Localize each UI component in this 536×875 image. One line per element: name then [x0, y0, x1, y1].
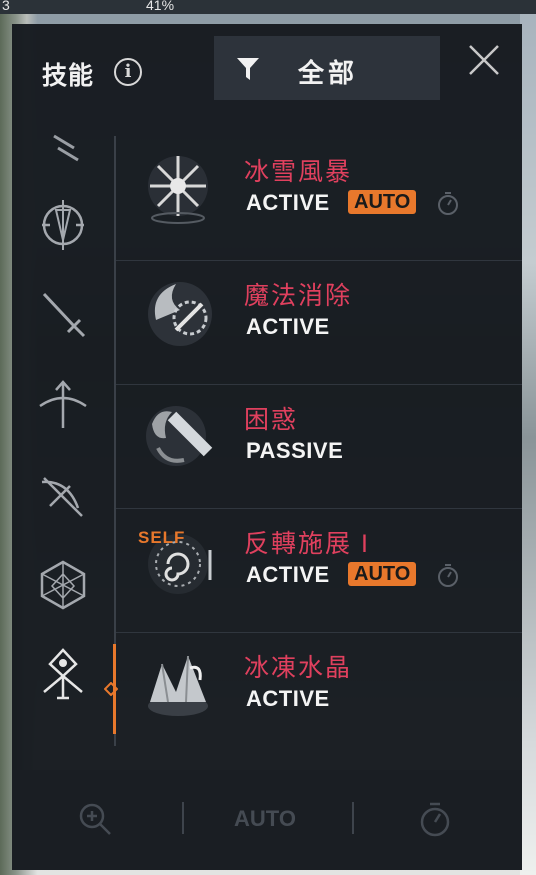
wizard-icon[interactable]	[34, 646, 92, 704]
footer-divider	[352, 802, 354, 834]
zoom-icon[interactable]	[78, 802, 112, 836]
bow-icon[interactable]	[34, 376, 92, 434]
skill-name: 魔法消除	[244, 282, 353, 310]
skill-row[interactable]: 冰凍水晶 ACTIVE	[116, 632, 522, 746]
skill-name: 冰凍水晶	[244, 654, 353, 682]
filter-label: 全部	[298, 58, 359, 88]
skill-type: ACTIVE	[246, 190, 330, 215]
timer-icon[interactable]	[436, 562, 460, 588]
timer-icon[interactable]	[418, 800, 452, 838]
timer-icon[interactable]	[436, 190, 460, 216]
skills-panel: 技能 i 全部 冰雪風暴 ACTIVE AUTO 魔法消除 ACTIVE 困惑 …	[12, 24, 522, 870]
skill-type: ACTIVE	[246, 314, 330, 339]
skill-name: 反轉施展 I	[244, 530, 370, 558]
skill-list: 冰雪風暴 ACTIVE AUTO 魔法消除 ACTIVE 困惑 PASSIVE …	[116, 136, 522, 746]
panel-title: 技能	[42, 62, 95, 90]
game-background-right	[520, 0, 536, 875]
info-icon[interactable]: i	[114, 58, 142, 86]
skill-type: ACTIVE	[246, 562, 330, 587]
close-icon[interactable]	[466, 42, 502, 78]
shield-sword-icon[interactable]	[34, 196, 92, 254]
skill-name: 困惑	[244, 406, 299, 434]
panel-footer: AUTO	[12, 770, 522, 870]
status-left: 3	[2, 0, 10, 13]
skill-type: PASSIVE	[246, 438, 344, 463]
skill-row[interactable]: 冰雪風暴 ACTIVE AUTO	[116, 136, 522, 261]
auto-badge: AUTO	[348, 190, 417, 214]
blizzard-icon	[148, 156, 208, 224]
category-sidebar	[12, 134, 116, 746]
status-strip: 3 41%	[0, 0, 536, 14]
auto-badge: AUTO	[348, 562, 417, 586]
skill-row[interactable]: SELF 反轉施展 I ACTIVE AUTO	[116, 508, 522, 633]
frozen-crystal-icon	[148, 655, 208, 716]
self-tag: SELF	[138, 528, 186, 547]
filter-dropdown[interactable]: 全部	[214, 36, 440, 100]
panel-header: 技能 i 全部	[12, 24, 522, 116]
skill-name: 冰雪風暴	[244, 158, 353, 186]
dispel-icon	[148, 282, 212, 346]
auto-button[interactable]: AUTO	[234, 806, 296, 832]
crossbow-icon[interactable]	[34, 466, 92, 524]
footer-divider	[182, 802, 184, 834]
skill-row[interactable]: 困惑 PASSIVE	[116, 384, 522, 509]
skill-row[interactable]: 魔法消除 ACTIVE	[116, 260, 522, 385]
confusion-icon	[146, 406, 213, 466]
filter-icon	[237, 58, 259, 80]
battery-level: 41%	[146, 0, 175, 13]
skill-type: ACTIVE	[246, 686, 330, 711]
dagger-icon[interactable]	[34, 286, 92, 344]
claw-icon[interactable]	[34, 126, 92, 184]
orb-icon[interactable]	[34, 556, 92, 614]
